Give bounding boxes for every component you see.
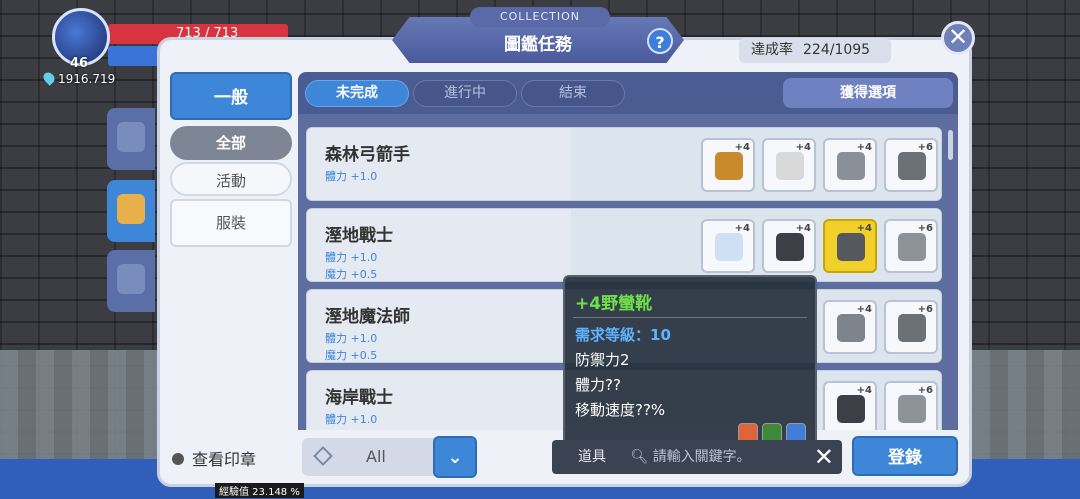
title-tag: COLLECTION <box>470 7 610 27</box>
gloves-icon <box>715 233 743 261</box>
rate-label: 達成率 <box>751 42 793 58</box>
boot-icon <box>837 233 865 261</box>
collection-name: 森林弓箭手 <box>325 145 410 165</box>
rail-tab-quest[interactable] <box>107 108 155 170</box>
item-tooltip: +4野蠻靴 需求等級：10 防禦力2 體力?? 移動速度??% <box>563 275 817 449</box>
collection-stat: 體力 +1.0 <box>325 170 378 183</box>
tab-incomplete[interactable]: 未完成 <box>305 80 409 107</box>
search-label: 道具 <box>578 449 606 465</box>
collection-stat: 體力 +1.0 <box>325 413 378 426</box>
close-button[interactable]: ✕ <box>941 21 975 55</box>
category-all[interactable]: 全部 <box>170 126 292 160</box>
rail-tab-collection[interactable] <box>107 180 155 242</box>
item-slot[interactable]: +4 <box>701 219 755 273</box>
item-slot[interactable]: +6 <box>884 300 938 354</box>
category-costume[interactable]: 服裝 <box>170 199 292 247</box>
view-seal-label: 查看印章 <box>192 450 257 469</box>
tooltip-title: +4野蠻靴 <box>575 294 653 314</box>
item-slot[interactable]: +4 <box>701 138 755 192</box>
tooltip-requirement: 需求等級：10 <box>575 326 671 344</box>
robe-icon <box>715 152 743 180</box>
list-header: 未完成 進行中 結束 獲得選項 <box>298 72 958 114</box>
register-button[interactable]: 登錄 <box>852 436 958 476</box>
map-book-icon <box>117 194 145 224</box>
collection-name: 溼地魔法師 <box>325 307 410 327</box>
search-icon: 🔍︎ <box>630 449 649 465</box>
collection-stat: 魔力 +0.5 <box>325 268 378 281</box>
collection-name: 海岸戰士 <box>325 388 393 408</box>
tab-finished[interactable]: 結束 <box>521 80 625 107</box>
completion-rate: 達成率 224/1095 <box>739 38 891 63</box>
tooltip-stat: 體力?? <box>575 376 621 394</box>
page-title: 圖鑑任務 <box>504 35 572 55</box>
bow-icon <box>898 152 926 180</box>
pedestal-icon <box>117 264 145 294</box>
view-seal-toggle[interactable]: 查看印章 <box>172 446 256 470</box>
rate-value: 224/1095 <box>803 42 871 58</box>
filter-select[interactable]: All <box>302 438 452 476</box>
staff-icon <box>898 314 926 342</box>
player-level: 46 <box>70 56 89 71</box>
diamond-icon <box>313 446 333 466</box>
collection-stat: 體力 +1.0 <box>325 332 378 345</box>
item-slot[interactable]: +4 <box>823 138 877 192</box>
list-item[interactable]: 溼地戰士 體力 +1.0 魔力 +0.5 +4 +4 +4 +6 <box>306 208 942 282</box>
tab-in-progress[interactable]: 進行中 <box>413 80 517 107</box>
armor-icon <box>776 233 804 261</box>
search-input[interactable]: 請輸入關鍵字。 <box>653 449 751 465</box>
gem-value: 1916.719 <box>58 72 116 86</box>
robe-icon <box>837 314 865 342</box>
search-field[interactable]: 道具 🔍︎ 請輸入關鍵字。 ✕ <box>552 440 842 474</box>
tooltip-divider <box>573 317 807 318</box>
item-slot[interactable]: +4 <box>762 138 816 192</box>
radio-dot-icon <box>172 453 184 465</box>
list-item[interactable]: 森林弓箭手 體力 +1.0 +4 +4 +4 +6 <box>306 127 942 201</box>
collection-stat: 魔力 +0.5 <box>325 349 378 362</box>
item-slot[interactable]: +4 <box>823 300 877 354</box>
item-slot[interactable]: +6 <box>884 219 938 273</box>
item-slot[interactable]: +4 <box>823 381 877 430</box>
collection-name: 溼地戰士 <box>325 226 393 246</box>
filter-value: All <box>366 447 386 466</box>
tooltip-stat: 移動速度??% <box>575 401 666 419</box>
collection-stat: 體力 +1.0 <box>325 251 378 264</box>
help-button[interactable]: ? <box>647 28 673 54</box>
clear-search-icon[interactable]: ✕ <box>814 440 834 474</box>
gem-counter: 1916.719 <box>41 70 116 86</box>
boots-icon <box>837 152 865 180</box>
tooltip-stat: 防禦力2 <box>575 351 630 369</box>
feather-icon <box>776 152 804 180</box>
item-slot-selected[interactable]: +4 <box>823 219 877 273</box>
get-options-button[interactable]: 獲得選項 <box>783 78 953 108</box>
exp-bar: 經驗值 23.148 % <box>215 483 304 498</box>
sword-icon <box>898 395 926 423</box>
item-slot[interactable]: +6 <box>884 381 938 430</box>
sword-icon <box>898 233 926 261</box>
rail-tab-pet[interactable] <box>107 250 155 312</box>
item-slot[interactable]: +6 <box>884 138 938 192</box>
chevron-down-icon[interactable]: ⌄ <box>433 436 477 478</box>
list-scrollbar[interactable] <box>948 130 953 160</box>
armor-icon <box>837 395 865 423</box>
item-slot[interactable]: +4 <box>762 219 816 273</box>
gem-icon <box>41 70 57 86</box>
category-event[interactable]: 活動 <box>170 162 292 196</box>
scroll-icon <box>117 122 145 152</box>
category-general[interactable]: 一般 <box>170 72 292 120</box>
